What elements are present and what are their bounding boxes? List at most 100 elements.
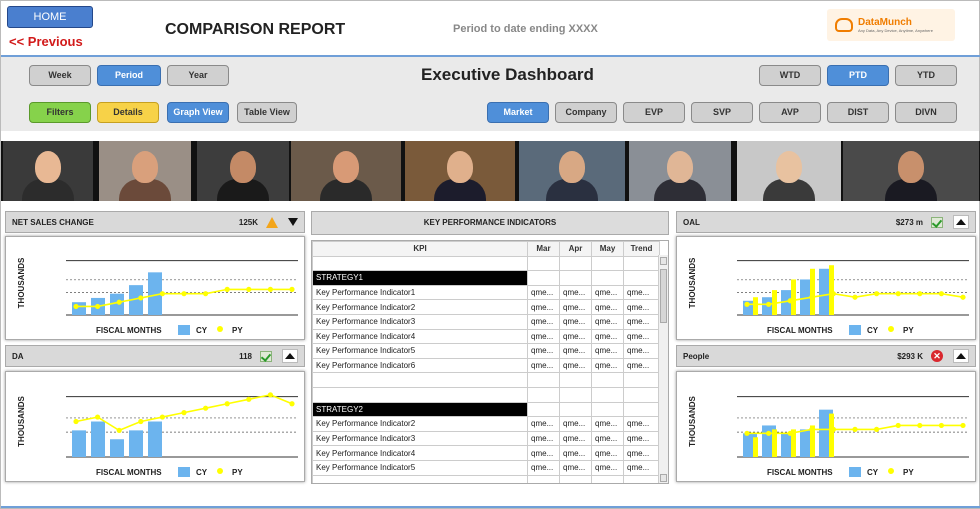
- executive-photo-3[interactable]: [197, 141, 289, 201]
- tab-market[interactable]: Market: [487, 102, 549, 123]
- kpi-row[interactable]: Key Performance Indicator4 qme... qme... qm…: [312, 328, 660, 345]
- scroll-down-icon[interactable]: [660, 474, 667, 482]
- kpi-scrollbar[interactable]: [658, 255, 668, 483]
- py-bar: [829, 413, 834, 457]
- executive-photo-2[interactable]: [99, 141, 191, 201]
- executive-photo-6[interactable]: [519, 141, 625, 201]
- kpi-empty-cell: [312, 372, 528, 388]
- py-point: [73, 418, 79, 425]
- kpi-row[interactable]: Key Performance Indicator2 qme... qme... qm…: [312, 416, 660, 432]
- kpi-value-cell: qme...: [623, 445, 660, 461]
- kpi-col-apr[interactable]: Apr: [559, 241, 592, 257]
- kpi-value-cell: qme...: [527, 445, 560, 461]
- executive-photo-9[interactable]: [843, 141, 979, 201]
- legend-py-label: PY: [903, 326, 914, 335]
- kpi-row[interactable]: Key Performance Indicator6 qme... qme... qm…: [312, 357, 660, 374]
- kpi-value-cell: qme...: [559, 313, 592, 330]
- kpi-value-cell: qme...: [623, 313, 660, 330]
- py-point: [116, 299, 122, 305]
- py-point: [809, 294, 815, 300]
- kpi-empty-cell: [559, 401, 592, 418]
- kpi-row[interactable]: Key Performance Indicator3 qme... qme... qm…: [312, 313, 660, 330]
- tab-period[interactable]: Period: [97, 65, 161, 86]
- kpi-value-cell: qme...: [559, 445, 592, 461]
- kpi-col-kpi[interactable]: KPI: [312, 241, 528, 257]
- kpi-value-cell: qme...: [527, 328, 560, 345]
- executive-photo-7[interactable]: [629, 141, 731, 201]
- kpi-scroll-thumb[interactable]: [660, 269, 667, 323]
- py-point: [224, 401, 230, 407]
- legend-cy-label: CY: [196, 326, 208, 335]
- y-axis-label: THOUSANDS: [688, 396, 697, 447]
- executive-photo-1[interactable]: [3, 141, 93, 201]
- scroll-up-icon[interactable]: [660, 257, 667, 265]
- kpi-col-may[interactable]: May: [591, 241, 624, 257]
- tab-ptd[interactable]: PTD: [827, 65, 889, 86]
- executive-photo-5[interactable]: [405, 141, 515, 201]
- kpi-empty-cell: [623, 255, 660, 272]
- kpi-value-cell: qme...: [623, 343, 660, 359]
- tab-year[interactable]: Year: [167, 65, 229, 86]
- caret-up-icon[interactable]: [953, 349, 969, 363]
- tab-company[interactable]: Company: [555, 102, 617, 123]
- x-axis-label: FISCAL MONTHS: [767, 326, 833, 335]
- kpi-value-cell: qme...: [591, 284, 624, 301]
- tab-dist[interactable]: DIST: [827, 102, 889, 123]
- kpi-blank-row: [312, 474, 660, 483]
- tab-ytd[interactable]: YTD: [895, 65, 957, 86]
- kpi-table-container[interactable]: KPI Mar Apr May Trend STRATEGY1 Key Perfo…: [311, 240, 669, 484]
- table-view-button[interactable]: Table View: [237, 102, 297, 123]
- kpi-row[interactable]: Key Performance Indicator5 qme... qme... qm…: [312, 459, 660, 476]
- tab-wtd[interactable]: WTD: [759, 65, 821, 86]
- filters-button[interactable]: Filters: [29, 102, 91, 123]
- py-point: [960, 294, 966, 300]
- executive-photo-4[interactable]: [291, 141, 401, 201]
- kpi-value-cell: qme...: [623, 430, 660, 447]
- executive-photo-8[interactable]: [737, 141, 841, 201]
- tab-divn[interactable]: DIVN: [895, 102, 957, 123]
- legend-cy-swatch: [178, 325, 190, 335]
- warning-icon: [266, 216, 278, 228]
- kpi-value-cell: qme...: [527, 416, 560, 432]
- py-bar: [791, 279, 796, 315]
- cy-bar: [148, 421, 162, 457]
- kpi-table: KPI Mar Apr May Trend STRATEGY1 Key Perfo…: [312, 241, 660, 483]
- kpi-label: Key Performance Indicator1: [312, 284, 528, 301]
- kpi-col-trend[interactable]: Trend: [623, 241, 660, 257]
- py-point: [744, 430, 750, 436]
- tab-evp[interactable]: EVP: [623, 102, 685, 123]
- kpi-label: Key Performance Indicator3: [312, 430, 528, 447]
- kpi-row[interactable]: Key Performance Indicator4 qme... qme... qm…: [312, 445, 660, 461]
- net-sales-title: NET SALES CHANGE: [12, 217, 94, 227]
- kpi-row[interactable]: Key Performance Indicator3 qme... qme... qm…: [312, 430, 660, 447]
- details-button[interactable]: Details: [97, 102, 159, 123]
- kpi-value-cell: qme...: [591, 459, 624, 476]
- legend-py-label: PY: [903, 468, 914, 477]
- home-button[interactable]: HOME: [7, 6, 93, 28]
- py-point: [267, 286, 273, 292]
- caret-up-icon[interactable]: [282, 349, 298, 363]
- tab-svp[interactable]: SVP: [691, 102, 753, 123]
- kpi-empty-cell: [591, 255, 624, 272]
- kpi-row[interactable]: Key Performance Indicator2 qme... qme... qm…: [312, 299, 660, 315]
- caret-up-icon[interactable]: [953, 215, 969, 229]
- da-header: DA 118: [5, 345, 305, 367]
- kpi-label: Key Performance Indicator5: [312, 459, 528, 476]
- tab-week[interactable]: Week: [29, 65, 91, 86]
- py-point: [181, 291, 187, 297]
- py-bar: [753, 437, 758, 457]
- kpi-row[interactable]: Key Performance Indicator5 qme... qme... qm…: [312, 343, 660, 359]
- kpi-value-cell: qme...: [623, 328, 660, 345]
- py-point: [917, 422, 923, 429]
- kpi-empty-cell: [527, 255, 560, 272]
- kpi-empty-cell: [559, 372, 592, 388]
- graph-view-button[interactable]: Graph View: [167, 102, 229, 123]
- kpi-row[interactable]: Key Performance Indicator1 qme... qme... qm…: [312, 284, 660, 301]
- caret-down-icon[interactable]: [288, 218, 298, 226]
- py-point: [95, 414, 101, 420]
- tab-avp[interactable]: AVP: [759, 102, 821, 123]
- kpi-col-mar[interactable]: Mar: [527, 241, 560, 257]
- py-point: [138, 295, 144, 301]
- previous-link[interactable]: << Previous: [9, 34, 83, 49]
- logo-tagline: Any Data, Any Device, Anytime, Anywhere: [858, 28, 933, 33]
